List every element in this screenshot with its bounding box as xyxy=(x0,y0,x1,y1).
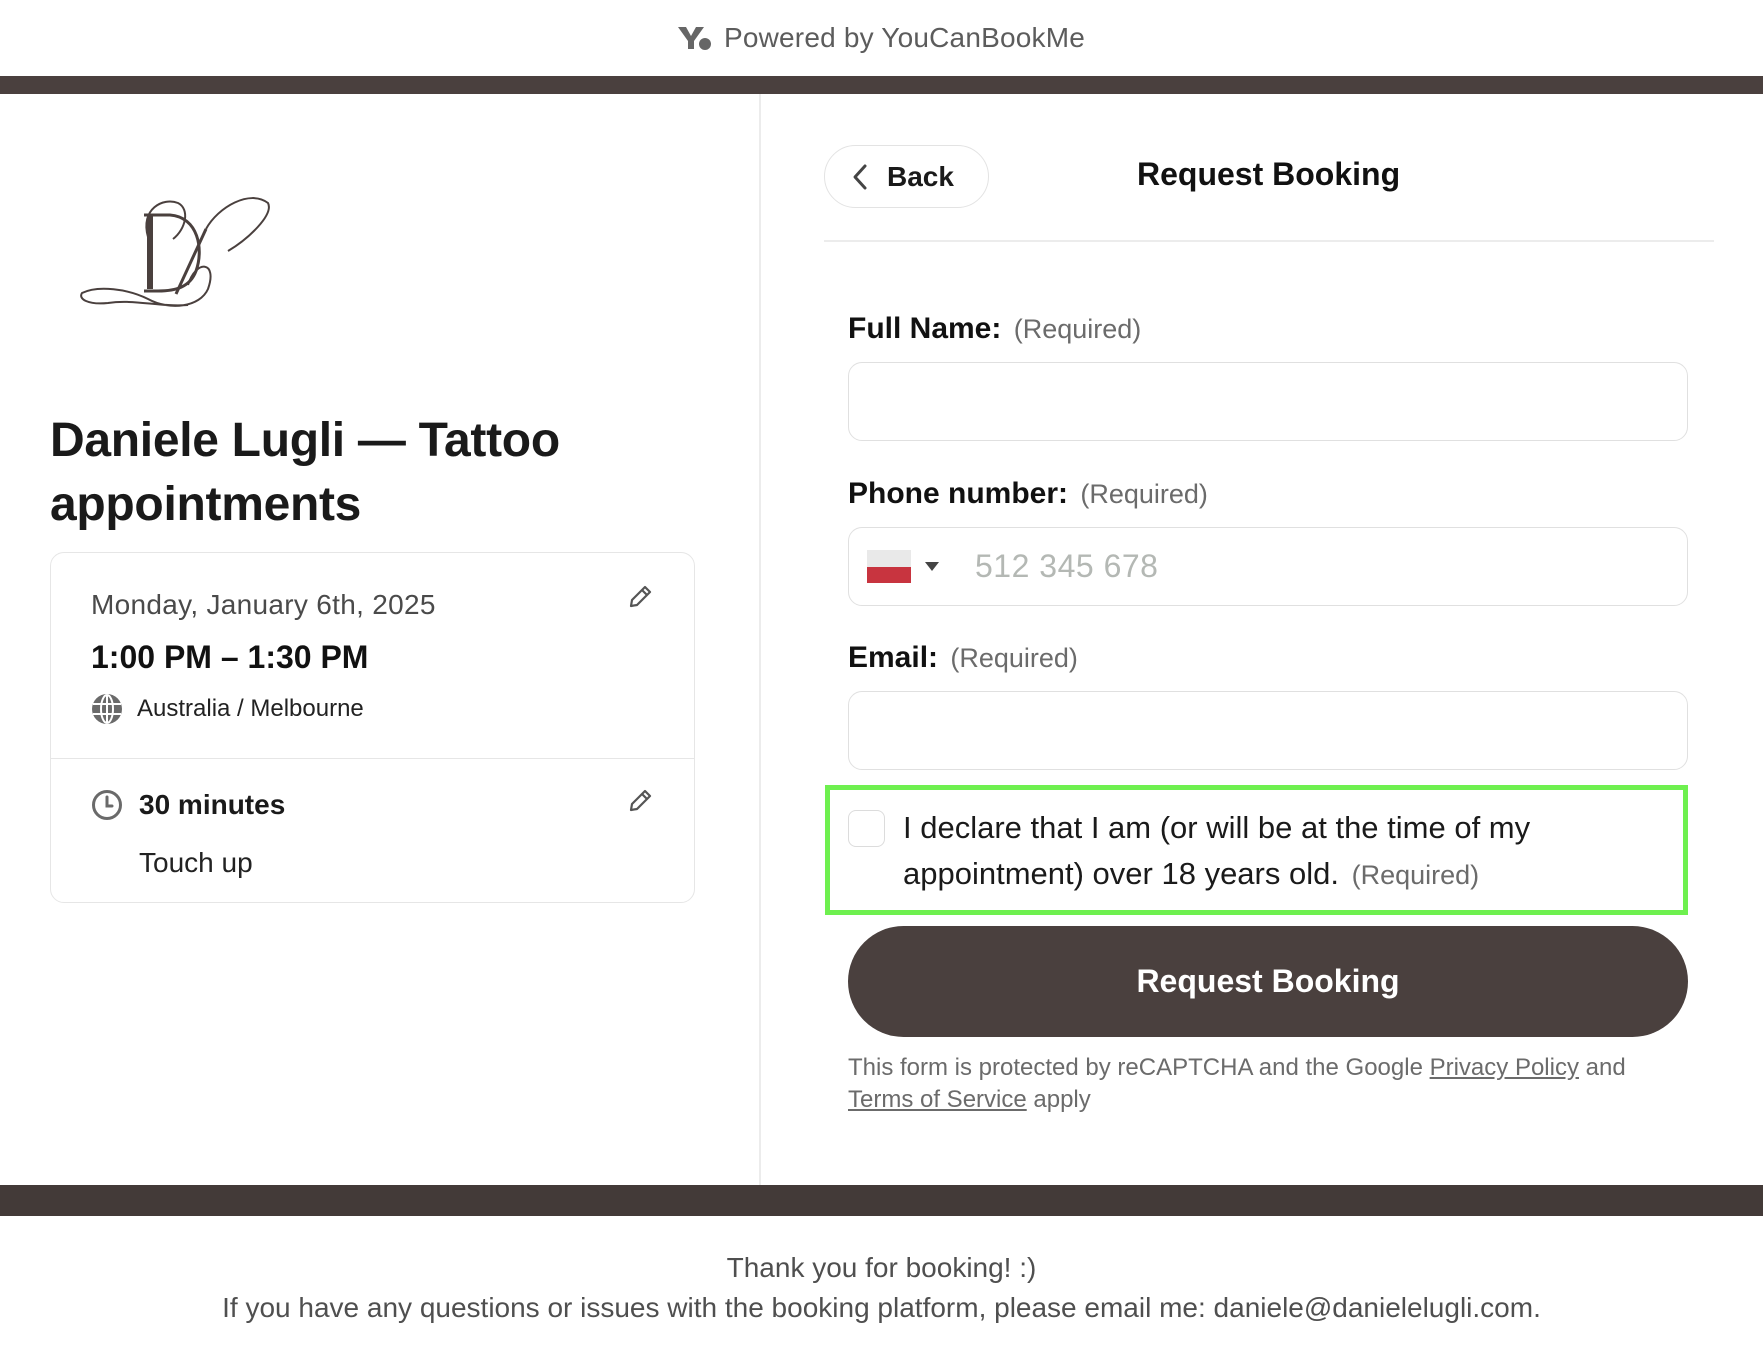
caret-down-icon xyxy=(925,562,939,571)
phone-input[interactable] xyxy=(939,528,1687,605)
full-name-input[interactable] xyxy=(848,362,1688,441)
request-booking-button[interactable]: Request Booking xyxy=(848,926,1688,1037)
email-label-text: Email: xyxy=(848,641,939,674)
recaptcha-suffix: apply xyxy=(1026,1086,1091,1113)
header-divider xyxy=(824,240,1714,242)
clock-icon xyxy=(92,790,122,820)
phone-label-text: Phone number: xyxy=(848,477,1069,510)
full-name-label-text: Full Name: xyxy=(848,312,1002,345)
powered-by-text: Powered by YouCanBookMe xyxy=(723,22,1086,53)
timezone-text: Australia / Melbourne xyxy=(137,695,364,722)
footer-contact: If you have any questions or issues with… xyxy=(222,1292,1541,1323)
back-label: Back xyxy=(887,160,954,192)
duration-section: 30 minutes Touch up xyxy=(51,759,694,904)
top-brand-bar xyxy=(0,76,1763,94)
terms-of-service-link[interactable]: Terms of Service xyxy=(848,1086,1027,1113)
recaptcha-notice: This form is protected by reCAPTCHA and … xyxy=(848,1052,1698,1116)
ycbm-logo-icon xyxy=(677,27,711,50)
email-input[interactable] xyxy=(848,691,1688,770)
required-tag: (Required) xyxy=(1080,479,1208,509)
edit-duration-pencil-icon[interactable] xyxy=(626,787,654,815)
booking-summary-panel: Daniele Lugli — Tattoo appointments Mond… xyxy=(0,94,760,1185)
timezone-row: Australia / Melbourne xyxy=(91,693,364,725)
edit-date-pencil-icon[interactable] xyxy=(626,583,654,611)
privacy-policy-link[interactable]: Privacy Policy xyxy=(1430,1054,1579,1081)
footer-message: Thank you for booking! :) If you have an… xyxy=(0,1248,1763,1328)
email-label: Email: (Required) xyxy=(848,641,1078,675)
poland-flag-icon xyxy=(867,550,911,583)
globe-icon xyxy=(92,694,122,724)
duration-row: 30 minutes xyxy=(91,789,285,821)
booking-time: 1:00 PM – 1:30 PM xyxy=(91,639,369,675)
age-consent-label[interactable]: I declare that I am (or will be at the t… xyxy=(903,805,1663,898)
page-title: Daniele Lugli — Tattoo appointments xyxy=(50,414,560,531)
full-name-label: Full Name: (Required) xyxy=(848,312,1141,346)
booking-form-panel: Back Request Booking Full Name: (Require… xyxy=(761,94,1763,1185)
duration-text: 30 minutes xyxy=(139,789,286,820)
age-consent-highlight: I declare that I am (or will be at the t… xyxy=(825,785,1688,915)
country-code-select[interactable] xyxy=(849,528,939,605)
required-tag: (Required) xyxy=(1013,314,1142,344)
recaptcha-middle: and xyxy=(1578,1054,1626,1081)
required-tag: (Required) xyxy=(1351,860,1480,890)
recaptcha-prefix: This form is protected by reCAPTCHA and … xyxy=(848,1054,1430,1081)
bottom-brand-bar xyxy=(0,1185,1763,1216)
booking-date: Monday, January 6th, 2025 xyxy=(91,589,436,620)
form-title: Request Booking xyxy=(1137,156,1401,192)
required-tag: (Required) xyxy=(950,643,1078,673)
footer-thanks: Thank you for booking! :) xyxy=(726,1252,1037,1283)
dl-monogram-logo xyxy=(80,197,270,307)
phone-label: Phone number: (Required) xyxy=(848,477,1208,511)
chevron-left-icon xyxy=(853,164,867,189)
powered-by-banner[interactable]: Powered by YouCanBookMe xyxy=(0,0,1763,76)
phone-field xyxy=(848,527,1688,606)
date-time-section: Monday, January 6th, 2025 1:00 PM – 1:30… xyxy=(51,553,694,759)
back-button[interactable]: Back xyxy=(824,145,989,208)
age-consent-checkbox[interactable] xyxy=(848,810,885,847)
appointment-type: Touch up xyxy=(139,847,253,878)
booking-details-card: Monday, January 6th, 2025 1:00 PM – 1:30… xyxy=(50,552,695,903)
